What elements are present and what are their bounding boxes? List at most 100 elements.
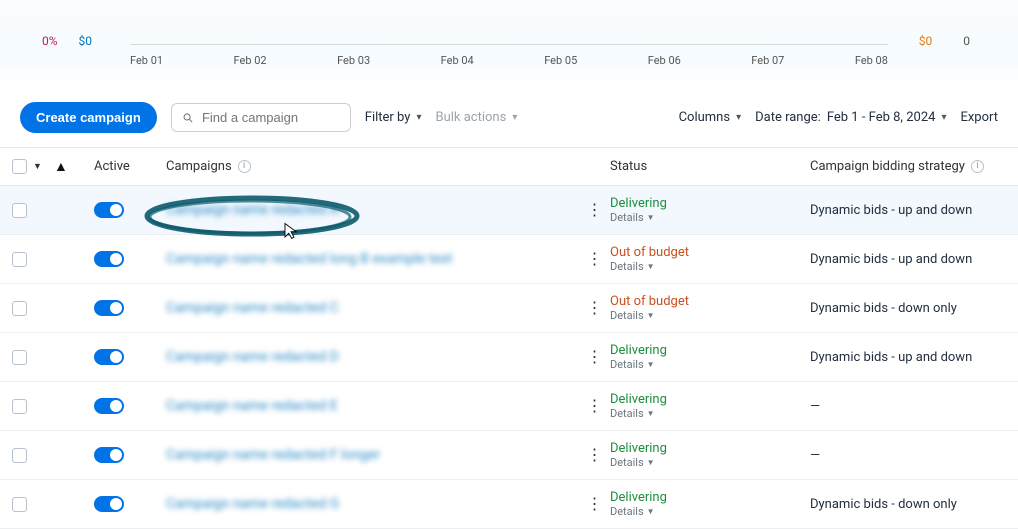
info-icon[interactable]: i xyxy=(238,160,251,173)
tick: Feb 01 xyxy=(130,54,163,67)
bidding-strategy-cell: Dynamic bids - down only xyxy=(810,497,1018,512)
column-header-campaigns-label: Campaigns xyxy=(166,159,232,174)
row-checkbox[interactable] xyxy=(12,399,27,414)
campaign-name-link[interactable]: Campaign name redacted D xyxy=(166,349,339,365)
status-details-toggle[interactable]: Details ▼ xyxy=(610,309,810,322)
tick: Feb 08 xyxy=(855,54,888,67)
alert-column-icon: ▲ xyxy=(54,158,68,175)
tick: Feb 03 xyxy=(337,54,370,67)
table-header-row: ▼ ▲ Active Campaigns i Status Campaign b… xyxy=(0,147,1018,186)
row-checkbox[interactable] xyxy=(12,350,27,365)
date-range-prefix: Date range: xyxy=(755,110,821,125)
chevron-down-icon: ▾ xyxy=(512,112,517,123)
table-row[interactable]: Campaign name redacted F longer ⋮ Deliveri… xyxy=(0,431,1018,480)
campaign-name-link[interactable]: Campaign name redacted F longer xyxy=(166,447,380,463)
row-actions-menu-icon[interactable]: ⋮ xyxy=(586,349,602,365)
campaign-name-link[interactable]: Campaign name redacted C xyxy=(166,300,339,316)
status-label: Delivering xyxy=(610,441,810,456)
bidding-strategy-cell: Dynamic bids - up and down xyxy=(810,252,1018,267)
row-checkbox[interactable] xyxy=(12,448,27,463)
info-icon[interactable]: i xyxy=(971,160,984,173)
row-actions-menu-icon[interactable]: ⋮ xyxy=(586,251,602,267)
campaign-name-link[interactable]: Campaign name redacted long B example te… xyxy=(166,251,452,267)
table-body: Campaign name redacted A⋮DeliveringDetai… xyxy=(0,186,1018,529)
export-label: Export xyxy=(960,110,998,125)
table-row[interactable]: Campaign name redacted C ⋮ Out of budgetDe… xyxy=(0,284,1018,333)
bidding-strategy-cell: Dynamic bids - up and down xyxy=(810,350,1018,365)
filter-by-dropdown[interactable]: Filter by ▾ xyxy=(365,110,422,125)
status-details-toggle[interactable]: Details ▼ xyxy=(610,505,810,518)
status-label: Out of budget xyxy=(610,294,810,309)
row-checkbox[interactable] xyxy=(12,497,27,512)
active-toggle[interactable] xyxy=(94,300,124,316)
campaign-name-link[interactable]: Campaign name redacted E xyxy=(166,398,338,414)
tick: Feb 06 xyxy=(648,54,681,67)
columns-label: Columns xyxy=(679,110,731,125)
row-checkbox[interactable] xyxy=(12,252,27,267)
chart-left-percent: 0% xyxy=(42,34,58,48)
table-row[interactable]: Campaign name redacted long B example te… xyxy=(0,235,1018,284)
chart-axis-line xyxy=(130,44,888,45)
chart-left-dollar: $0 xyxy=(79,34,93,48)
column-header-bidding-label: Campaign bidding strategy xyxy=(810,159,965,174)
table-row[interactable]: Campaign name redacted G⋮DeliveringDetai… xyxy=(0,480,1018,529)
summary-chart: 0% $0 $0 0 Feb 01 Feb 02 Feb 03 Feb 04 F… xyxy=(0,0,1018,88)
active-toggle[interactable] xyxy=(94,398,124,414)
status-details-toggle[interactable]: Details ▼ xyxy=(610,211,810,224)
status-label: Delivering xyxy=(610,196,810,211)
row-actions-menu-icon[interactable]: ⋮ xyxy=(586,447,602,463)
tick: Feb 02 xyxy=(234,54,267,67)
bidding-strategy-cell: — xyxy=(810,448,1018,463)
search-input[interactable] xyxy=(202,110,340,125)
chart-right-dollar: $0 xyxy=(919,34,933,48)
select-all-caret-icon[interactable]: ▼ xyxy=(33,161,42,172)
tick: Feb 04 xyxy=(441,54,474,67)
status-details-toggle[interactable]: Details ▼ xyxy=(610,260,810,273)
select-all-checkbox[interactable] xyxy=(12,159,27,174)
bidding-strategy-cell: Dynamic bids - down only xyxy=(810,301,1018,316)
columns-dropdown[interactable]: Columns ▾ xyxy=(679,110,742,125)
row-checkbox[interactable] xyxy=(12,203,27,218)
row-actions-menu-icon[interactable]: ⋮ xyxy=(586,202,602,218)
bidding-strategy-cell: Dynamic bids - up and down xyxy=(810,203,1018,218)
status-label: Delivering xyxy=(610,343,810,358)
active-toggle[interactable] xyxy=(94,202,124,218)
export-button[interactable]: Export xyxy=(960,110,998,125)
campaign-name-link[interactable]: Campaign name redacted A xyxy=(166,202,339,218)
date-range-value: Feb 1 - Feb 8, 2024 xyxy=(827,110,936,125)
table-row[interactable]: Campaign name redacted D ⋮ DeliveringDetai… xyxy=(0,333,1018,382)
chevron-down-icon: ▾ xyxy=(416,112,421,123)
active-toggle[interactable] xyxy=(94,349,124,365)
chart-x-ticks: Feb 01 Feb 02 Feb 03 Feb 04 Feb 05 Feb 0… xyxy=(130,54,888,67)
row-actions-menu-icon[interactable]: ⋮ xyxy=(586,398,602,414)
create-campaign-button[interactable]: Create campaign xyxy=(20,102,157,133)
row-actions-menu-icon[interactable]: ⋮ xyxy=(586,300,602,316)
status-details-toggle[interactable]: Details ▼ xyxy=(610,358,810,371)
status-label: Delivering xyxy=(610,392,810,407)
chevron-down-icon: ▾ xyxy=(736,112,741,123)
column-header-active[interactable]: Active xyxy=(94,159,166,174)
column-header-bidding[interactable]: Campaign bidding strategy i xyxy=(810,159,1018,174)
filter-by-label: Filter by xyxy=(365,110,411,125)
status-details-toggle[interactable]: Details ▼ xyxy=(610,456,810,469)
column-header-status[interactable]: Status xyxy=(610,159,810,174)
active-toggle[interactable] xyxy=(94,251,124,267)
table-toolbar: Create campaign Filter by ▾ Bulk actions… xyxy=(0,88,1018,147)
row-checkbox[interactable] xyxy=(12,301,27,316)
tick: Feb 05 xyxy=(544,54,577,67)
date-range-picker[interactable]: Date range: Feb 1 - Feb 8, 2024 ▾ xyxy=(755,110,946,125)
status-label: Out of budget xyxy=(610,245,810,260)
table-row[interactable]: Campaign name redacted A ⋮ DeliveringDetai… xyxy=(0,186,1018,235)
column-header-campaigns[interactable]: Campaigns i xyxy=(166,159,586,174)
chart-right-number: 0 xyxy=(963,34,970,48)
status-label: Delivering xyxy=(610,490,810,505)
search-input-wrapper[interactable] xyxy=(171,103,351,132)
bulk-actions-label: Bulk actions xyxy=(435,110,506,125)
table-row[interactable]: Campaign name redacted E ⋮ DeliveringDetai… xyxy=(0,382,1018,431)
bidding-strategy-cell: — xyxy=(810,399,1018,414)
tick: Feb 07 xyxy=(751,54,784,67)
status-details-toggle[interactable]: Details ▼ xyxy=(610,407,810,420)
active-toggle[interactable] xyxy=(94,447,124,463)
search-icon xyxy=(182,111,194,125)
bulk-actions-dropdown[interactable]: Bulk actions ▾ xyxy=(435,110,517,125)
